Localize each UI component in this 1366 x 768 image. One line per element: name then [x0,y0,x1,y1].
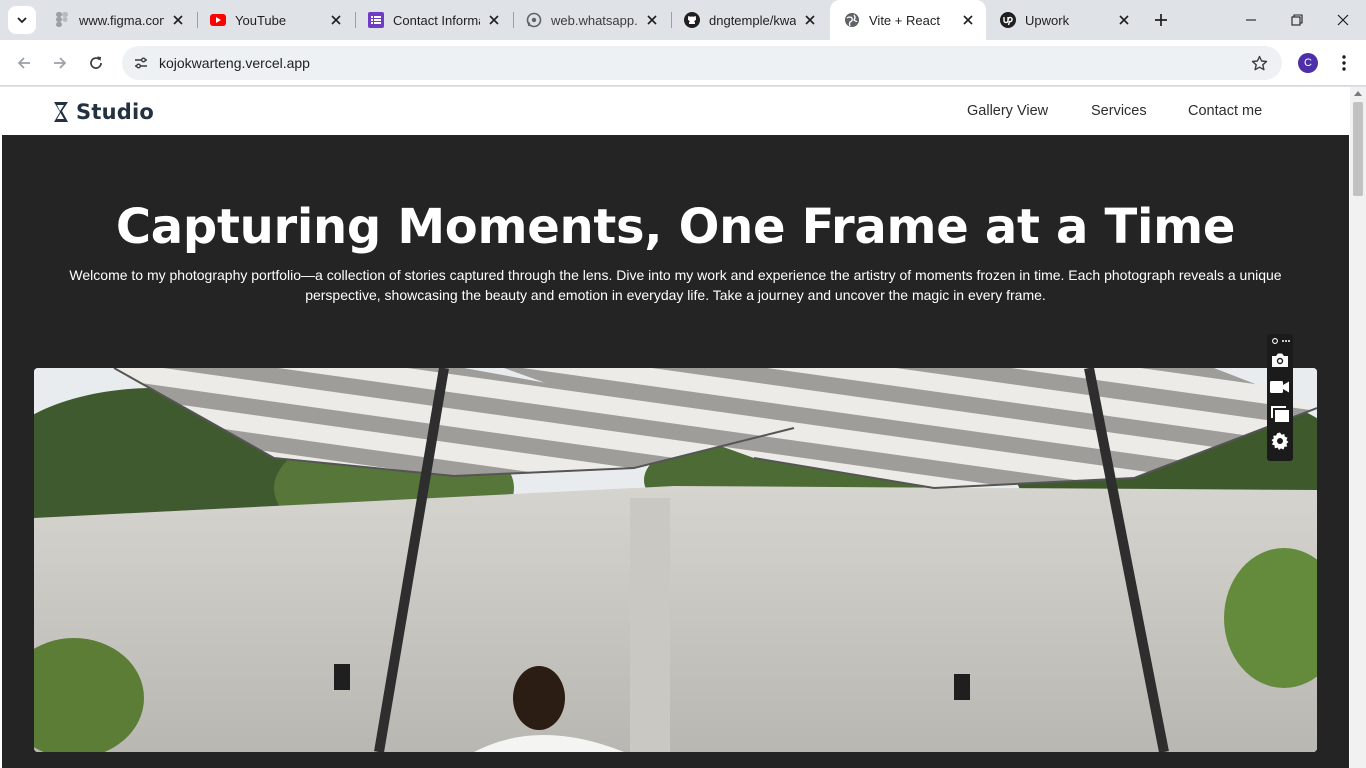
profile-initial: C [1304,57,1312,69]
close-tab-icon[interactable] [170,12,186,28]
video-record-button[interactable] [1270,377,1290,397]
reload-icon [90,56,102,69]
close-tab-icon[interactable] [802,12,818,28]
close-tab-icon[interactable] [1116,12,1132,28]
gallery-button[interactable] [1270,404,1290,424]
minimize-icon [1246,19,1256,21]
star-icon [1251,55,1267,70]
upwork-icon [1000,12,1016,28]
tune-icon [135,57,147,69]
youtube-icon [210,12,226,28]
close-icon [1337,14,1349,26]
arrow-left-icon [17,57,30,69]
tab-youtube[interactable]: YouTube [196,5,354,35]
hero-photo-illustration [34,368,1317,752]
tab-upwork[interactable]: Upwork [986,5,1142,35]
link-more-icon [1272,338,1290,344]
tab-title: web.whatsapp.co [551,12,638,28]
tab-figma[interactable]: www.figma.com [40,5,196,35]
portfolio-page: Studio Gallery View Services Contact me … [2,87,1349,768]
profile-avatar[interactable]: C [1298,53,1318,73]
hero-photo [34,368,1317,752]
figma-icon [54,12,70,28]
close-tab-icon[interactable] [486,12,502,28]
settings-button[interactable] [1270,431,1290,451]
chevron-down-icon [17,17,27,24]
tab-strip: www.figma.com YouTube Contact Informa we… [0,0,1366,40]
forward-button[interactable] [46,49,74,77]
restore-icon [1291,14,1303,26]
new-tab-button[interactable] [1148,7,1174,33]
browser-toolbar: kojokwarteng.vercel.app C [0,40,1366,86]
tab-title: Upwork [1025,12,1070,28]
restore-button[interactable] [1274,0,1320,40]
tab-title: www.figma.com [79,12,164,28]
globe-icon [844,12,860,28]
close-tab-icon[interactable] [644,12,660,28]
close-window-button[interactable] [1320,0,1366,40]
bookmark-button[interactable] [1250,54,1268,72]
tab-title: Contact Informa [393,12,480,28]
browser-menu-button[interactable] [1333,50,1355,76]
close-tab-icon[interactable] [960,12,976,28]
whatsapp-icon [526,12,542,28]
site-navbar: Studio Gallery View Services Contact me [2,87,1349,135]
logo-k-icon [54,102,68,122]
screenshot-button[interactable] [1270,350,1290,370]
site-info-button[interactable] [128,50,154,76]
nav-services[interactable]: Services [1091,103,1147,119]
plus-icon [1155,14,1167,26]
github-icon [684,12,700,28]
back-button[interactable] [10,49,38,77]
address-bar[interactable]: kojokwarteng.vercel.app [122,46,1282,80]
tab-contact-form[interactable]: Contact Informa [354,5,512,35]
video-record-icon [1270,381,1289,393]
capture-toolbar-header[interactable] [1270,335,1290,347]
reload-button[interactable] [82,49,110,77]
nav-gallery-view[interactable]: Gallery View [967,103,1048,119]
settings-icon [1271,432,1289,450]
page-scrollbar[interactable] [1350,87,1366,768]
site-logo[interactable]: Studio [52,100,154,124]
gallery-icon [1271,406,1289,422]
tab-title: dngtemple/kwar [709,12,796,28]
tab-title: Vite + React [869,12,940,28]
page-viewport: Studio Gallery View Services Contact me … [0,87,1366,768]
more-vert-icon [1342,55,1346,71]
nav-contact-me[interactable]: Contact me [1188,103,1262,119]
forms-icon [368,12,384,28]
minimize-button[interactable] [1228,0,1274,40]
capture-extension-toolbar [1267,334,1293,461]
url-text[interactable]: kojokwarteng.vercel.app [159,55,310,71]
hero-title: Capturing Moments, One Frame at a Time [115,199,1236,255]
screenshot-icon [1272,353,1288,367]
scroll-thumb[interactable] [1353,102,1363,196]
tab-whatsapp[interactable]: web.whatsapp.co [512,5,670,35]
arrow-right-icon [54,57,67,69]
tab-github[interactable]: dngtemple/kwar [670,5,828,35]
logo-text: Studio [76,100,154,124]
tab-vite-react[interactable]: Vite + React [830,0,986,40]
hero-description: Welcome to my photography portfolio—a co… [69,267,1282,303]
scroll-up-arrow-icon[interactable] [1354,91,1362,96]
tab-search-button[interactable] [8,6,36,34]
tab-title: YouTube [235,12,287,28]
close-tab-icon[interactable] [328,12,344,28]
